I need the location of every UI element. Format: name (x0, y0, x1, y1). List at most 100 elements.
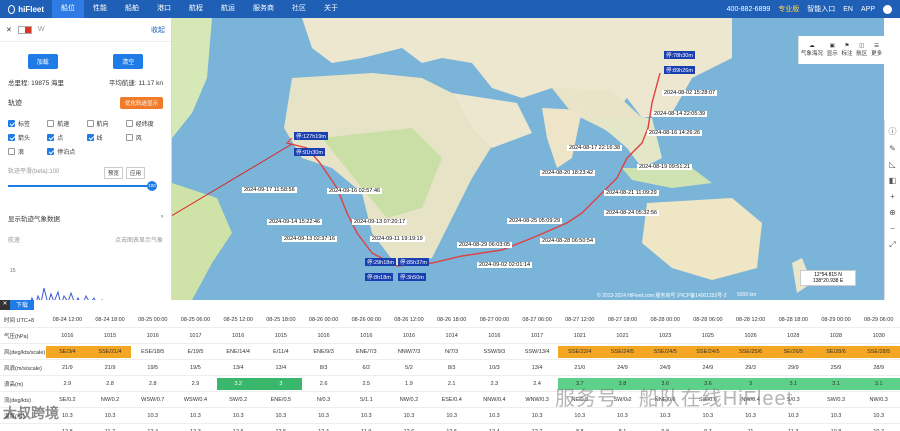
forecast-cell[interactable]: 8/3 (302, 362, 345, 374)
forecast-cell[interactable]: ENE/9/3 (302, 346, 345, 358)
forecast-cell[interactable]: 1016 (388, 330, 431, 342)
forecast-cell[interactable]: 10.3 (516, 410, 559, 422)
forecast-cell[interactable]: 10.8 (815, 426, 858, 431)
forecast-cell[interactable]: SE/3/4 (46, 345, 89, 358)
forecast-cell[interactable]: E/11/4 (260, 346, 303, 358)
track-option[interactable]: 标签 (8, 119, 45, 128)
forecast-cell[interactable]: 10.3 (388, 410, 431, 422)
show-weather-link[interactable]: 显示轨迹气象数据 (8, 213, 60, 223)
forecast-cell[interactable]: 10.3 (89, 410, 132, 422)
forecast-cell[interactable]: 12.8 (46, 426, 89, 431)
forecast-cell[interactable]: N/7/3 (430, 346, 473, 358)
forecast-cell[interactable]: 2.6 (302, 378, 345, 390)
forecast-cell[interactable]: 10.3 (857, 410, 900, 422)
slider-knob[interactable]: 100 (147, 181, 157, 191)
app-link[interactable]: APP (861, 6, 875, 13)
forecast-cell[interactable]: 12.6 (388, 426, 431, 431)
ruler-icon[interactable]: ◺ (889, 160, 895, 169)
forecast-cell[interactable]: 1026 (729, 330, 772, 342)
forecast-cell[interactable]: 12.5 (260, 426, 303, 431)
forecast-cell[interactable]: ENE/0.5 (260, 394, 303, 406)
user-avatar[interactable] (883, 4, 892, 14)
smart-entry[interactable]: 智能入口 (807, 4, 835, 14)
more-tool[interactable]: ☰ 更多 (871, 43, 882, 57)
forecast-cell[interactable]: 10.3 (644, 410, 687, 422)
checkbox[interactable] (86, 120, 94, 127)
forecast-cell[interactable]: 8.1 (601, 426, 644, 431)
forecast-cell[interactable]: SE/28/6 (814, 345, 858, 358)
forecast-cell[interactable]: WSW/0.4 (174, 394, 217, 406)
forecast-cell[interactable]: 1025 (687, 330, 730, 342)
forecast-cell[interactable]: 2.3 (473, 378, 516, 390)
forecast-cell[interactable]: 25/9 (815, 362, 858, 374)
forecast-cell[interactable]: 3.1 (857, 377, 900, 390)
forecast-cell[interactable]: 10.3 (345, 410, 388, 422)
forecast-cell[interactable]: NNW/0.4 (473, 394, 516, 406)
forecast-cell[interactable]: 9.8 (644, 426, 687, 431)
forecast-cell[interactable]: 13/4 (217, 362, 260, 374)
forecast-cell[interactable]: 1028 (815, 330, 858, 342)
forecast-cell[interactable]: SSE/28/5 (857, 345, 900, 358)
forecast-cell[interactable]: 10.3 (302, 410, 345, 422)
forecast-cell[interactable]: S/1.1 (345, 394, 388, 406)
stop-label[interactable]: 停:89h26m (664, 66, 695, 74)
forecast-cell[interactable]: 28/9 (857, 362, 900, 374)
forecast-cell[interactable]: 1017 (516, 330, 559, 342)
checkbox[interactable] (47, 134, 55, 141)
smooth-slider[interactable]: 预览 应用 100 (8, 167, 163, 191)
forecast-cell[interactable]: 24/9 (601, 362, 644, 374)
stop-label[interactable]: 停:8h18m (365, 273, 393, 281)
forecast-cell[interactable]: 29/3 (729, 362, 772, 374)
forecast-cell[interactable]: SW/0.2 (217, 394, 260, 406)
forecast-cell[interactable]: 21/9 (46, 362, 89, 374)
mark-tool[interactable]: ⚑ 标注 (841, 43, 852, 57)
forecast-cell[interactable]: 10.3 (558, 410, 601, 422)
forecast-cell[interactable]: 24/9 (687, 362, 730, 374)
locate-icon[interactable]: ⊕ (889, 208, 896, 217)
forecast-cell[interactable]: 13/4 (260, 362, 303, 374)
track-option[interactable]: 停泊点 (47, 147, 84, 156)
forecast-cell[interactable]: 10.3 (217, 410, 260, 422)
forecast-cell[interactable]: 19/5 (174, 362, 217, 374)
forecast-cell[interactable]: 1021 (558, 330, 601, 342)
forecast-cell[interactable]: ENE/7/3 (345, 346, 388, 358)
pen-icon[interactable]: ✎ (889, 144, 896, 153)
forecast-cell[interactable]: 8.8 (558, 426, 601, 431)
forecast-cell[interactable]: SSE/21/4 (88, 345, 132, 358)
checkbox[interactable] (8, 134, 15, 141)
checkbox[interactable] (125, 134, 133, 141)
track-option[interactable]: 航向 (86, 119, 124, 128)
zoom-out-icon[interactable]: − (890, 224, 895, 233)
info-icon[interactable]: ⓘ (889, 126, 897, 137)
forecast-cell[interactable]: 1.9 (388, 378, 431, 390)
forecast-cell[interactable]: 11.3 (772, 426, 815, 431)
download-tab[interactable]: 下载 (10, 300, 35, 310)
forecast-cell[interactable]: NW/0.3 (857, 394, 900, 406)
forecast-cell[interactable]: ENE/14/4 (217, 346, 260, 358)
preview-button[interactable]: 预览 (103, 167, 123, 179)
nav-item-ships[interactable]: 船舶 (116, 0, 148, 18)
forecast-cell[interactable]: 21/9 (89, 362, 132, 374)
forecast-cell[interactable]: 1016 (473, 330, 516, 342)
forecast-cell[interactable]: 12.3 (174, 426, 217, 431)
nav-item-community[interactable]: 社区 (283, 0, 315, 18)
logo[interactable]: hiFleet (0, 4, 52, 14)
forecast-cell[interactable]: WNW/0.3 (516, 394, 559, 406)
stop-label[interactable]: 停:127h19m (294, 132, 328, 140)
forecast-cell[interactable]: 12.6 (217, 426, 260, 431)
apply-button[interactable]: 应用 (125, 167, 145, 179)
checkbox[interactable] (86, 134, 94, 141)
nav-item-ports[interactable]: 港口 (148, 0, 180, 18)
forecast-cell[interactable]: 1023 (644, 330, 687, 342)
forecast-cell[interactable]: SW/0.3 (815, 394, 858, 406)
layers-icon[interactable]: ◧ (889, 176, 897, 185)
forecast-cell[interactable]: 2.5 (345, 378, 388, 390)
forecast-cell[interactable]: 3.1 (814, 377, 858, 390)
forecast-cell[interactable]: 10.3 (729, 410, 772, 422)
forecast-cell[interactable]: 1021 (601, 330, 644, 342)
forecast-cell[interactable]: SE/26/5 (771, 345, 815, 358)
checkbox[interactable] (47, 120, 55, 127)
track-option[interactable]: 点 (47, 133, 84, 142)
forecast-cell[interactable]: 9.7 (687, 426, 730, 431)
forecast-cell[interactable]: 10.3 (815, 410, 858, 422)
